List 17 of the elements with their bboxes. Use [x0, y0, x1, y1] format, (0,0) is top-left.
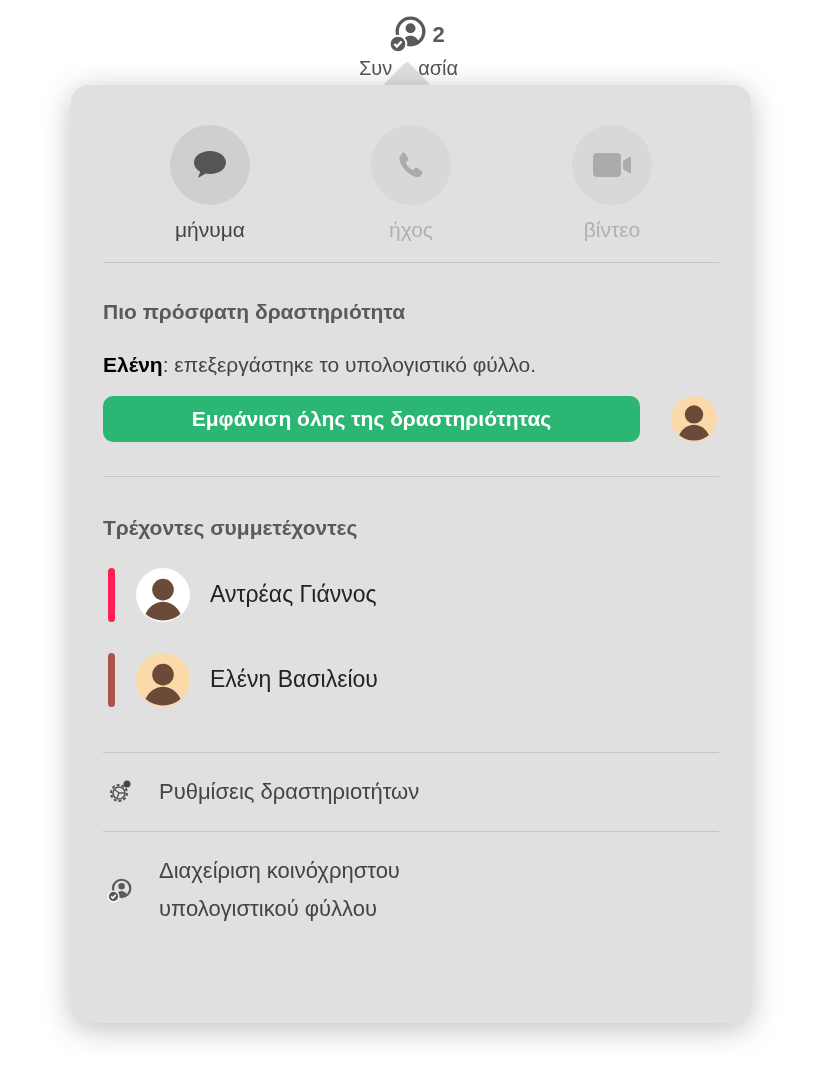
collaboration-icon [107, 877, 133, 903]
toolbar-label: Συν [358, 58, 393, 78]
gear-icon [107, 779, 133, 805]
avatar [671, 396, 717, 442]
menu-item[interactable]: Διαχείριση κοινόχρηστου υπολογιστικού φύλλου [103, 832, 719, 948]
menu-item[interactable]: Ρυθμίσεις δραστηριοτήτων [103, 753, 719, 831]
section-heading: Πιο πρόσφατη δραστηριότητα [103, 301, 407, 322]
video-camera-icon [591, 151, 633, 179]
participant-count: 2 [432, 20, 445, 49]
participant-name: Ελένη Βασιλείου [210, 665, 378, 695]
participant-name: Αντρέας Γιάννος [210, 580, 377, 610]
avatar [136, 652, 190, 707]
activity-text: Ελένη: επεξεργάστηκε το υπολογιστικό φύλλο. [103, 352, 537, 378]
section-heading: Τρέχοντες συμμετέχοντες [103, 517, 359, 538]
toolbar-label: ασία [418, 58, 459, 78]
collaboration-icon [388, 14, 429, 54]
avatar [136, 567, 190, 622]
